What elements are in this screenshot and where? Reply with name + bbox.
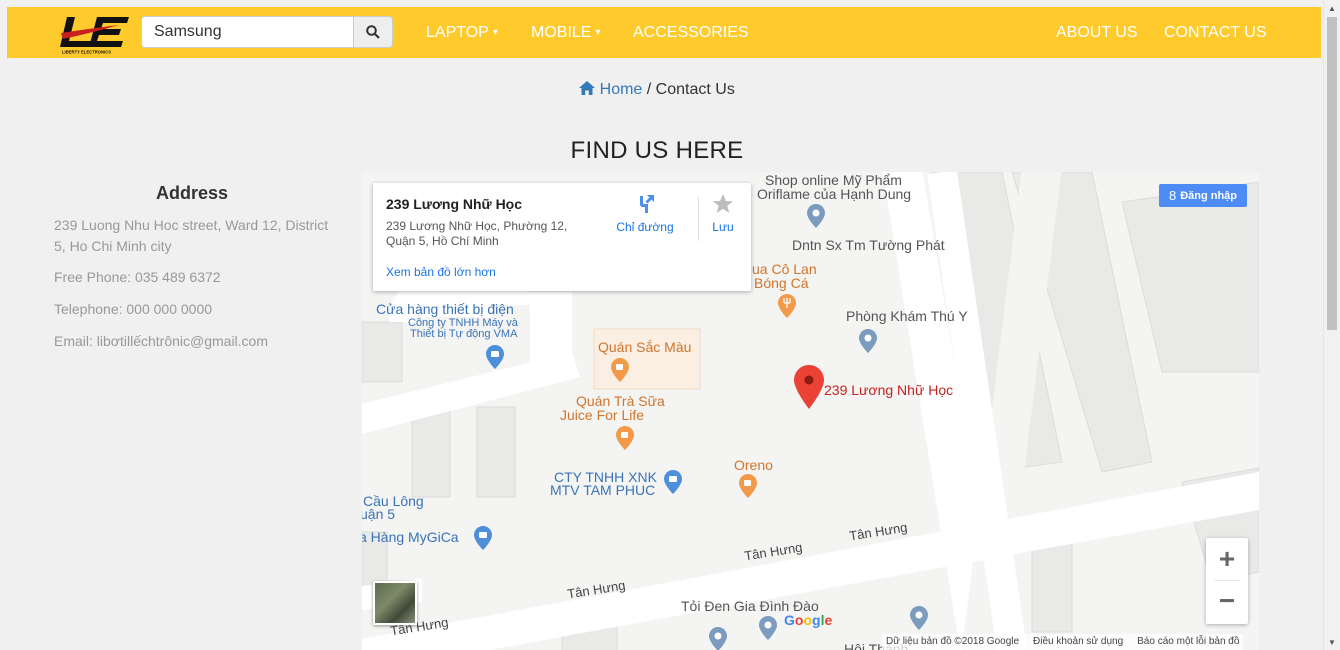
place-cty-vma-line2: Thiết bị Tự động VMA — [410, 328, 518, 340]
breadcrumb-current: Contact Us — [655, 81, 735, 98]
shopping-marker-icon[interactable] — [664, 470, 682, 494]
address-street: 239 Luong Nhu Hoc street, Ward 12, Distr… — [54, 217, 329, 254]
report-error-link[interactable]: Báo cáo một lỗi bản đồ — [1137, 636, 1239, 647]
map-poi-marker-icon[interactable] — [859, 329, 877, 353]
address-free-phone: Free Phone: 035 489 6372 — [54, 269, 221, 285]
google-logo-g2: g — [812, 612, 821, 628]
address-heading: Address — [155, 183, 229, 203]
nav-mobile-dropdown[interactable]: MOBILE ▾ — [531, 24, 601, 42]
directions-label: Chỉ đường — [616, 220, 674, 234]
map-login-button[interactable]: 8 Đăng nhập — [1159, 184, 1247, 207]
google-logo: Google — [784, 612, 832, 628]
directions-button[interactable]: Chỉ đường — [611, 193, 679, 234]
page-scrollbar[interactable]: ▲ ▼ — [1323, 0, 1340, 650]
chevron-down-icon: ▾ — [595, 27, 601, 38]
google-logo-g: G — [784, 612, 795, 628]
chevron-down-icon: ▾ — [492, 27, 498, 38]
search-button[interactable] — [353, 16, 393, 48]
breadcrumb: Home / Contact Us — [0, 81, 1314, 99]
address-telephone: Telephone: 000 000 0000 — [54, 301, 213, 317]
shopping-marker-icon[interactable] — [474, 526, 492, 550]
google-logo-o2: o — [803, 612, 813, 628]
place-quan-sac-mau: Quán Sắc Màu — [598, 339, 692, 355]
map-pin-icon[interactable] — [794, 365, 824, 409]
satellite-toggle[interactable] — [373, 581, 417, 625]
place-info-card: 239 Lương Nhữ Học 239 Lương Nhữ Học, Phư… — [373, 183, 751, 291]
nav-contact-us[interactable]: CONTACT US — [1164, 24, 1267, 42]
map-poi-marker-icon[interactable] — [709, 627, 727, 650]
search-input[interactable] — [141, 16, 353, 48]
google-plus-icon: 8 — [1168, 188, 1177, 203]
navbar: LIBERTY ELECTRONICS LAPTOP▾ MOBILE▾ ACCE… — [7, 7, 1321, 58]
cafe-marker-icon[interactable] — [616, 426, 634, 450]
map-attribution: Dữ liệu bản đồ ©2018 Google Điều khoản sử… — [882, 634, 1244, 650]
cafe-marker-icon[interactable] — [611, 358, 629, 382]
search-icon — [366, 25, 380, 39]
nav-mobile-label: MOBILE — [531, 24, 592, 41]
zoom-in-button[interactable]: + — [1206, 538, 1248, 580]
nav-laptop-label: LAPTOP — [426, 24, 489, 41]
worship-marker-icon[interactable] — [910, 606, 928, 630]
place-dntn: Dntn Sx Tm Tường Phát — [792, 237, 945, 253]
breadcrumb-home-label: Home — [599, 81, 643, 98]
zoom-out-button[interactable]: − — [1206, 580, 1248, 622]
nav-about-us[interactable]: ABOUT US — [1056, 24, 1138, 42]
place-phong-kham: Phòng Khám Thú Y — [846, 308, 968, 324]
star-icon — [713, 194, 733, 213]
place-card-address: 239 Lương Nhữ Học, Phường 12, Quận 5, Hồ… — [386, 219, 568, 248]
home-icon — [579, 81, 596, 95]
place-cau-long-line2: uận 5 — [362, 506, 396, 522]
place-cua-hang: Cửa hàng thiết bị điện — [376, 301, 514, 317]
map-login-label: Đăng nhập — [1180, 189, 1238, 202]
brand-logo[interactable]: LIBERTY ELECTRONICS — [57, 11, 137, 55]
page-title: FIND US HERE — [570, 137, 744, 164]
breadcrumb-separator: / — [642, 81, 656, 98]
scrollbar-thumb[interactable] — [1327, 17, 1337, 330]
place-cty-xnk-line2: MTV TAM PHUC — [550, 482, 656, 498]
nav-accessories[interactable]: ACCESSORIES — [633, 24, 749, 42]
scroll-up-arrow-icon[interactable]: ▲ — [1328, 4, 1336, 13]
cafe-marker-icon[interactable] — [739, 474, 757, 498]
map-poi-marker-icon[interactable] — [807, 204, 825, 228]
address-email: Email: libơtillếchtrônic@gmail.com — [54, 333, 269, 349]
card-divider — [698, 197, 699, 241]
terms-link[interactable]: Điều khoản sử dụng — [1033, 636, 1123, 647]
nav-laptop-dropdown[interactable]: LAPTOP ▾ — [426, 24, 498, 42]
map-pin-label: 239 Lương Nhữ Học — [824, 382, 954, 398]
svg-text:LIBERTY ELECTRONICS: LIBERTY ELECTRONICS — [62, 50, 111, 55]
place-shop-line2: Oriflame của Hạnh Dung — [757, 186, 912, 202]
google-logo-e: e — [824, 612, 833, 628]
shopping-marker-icon[interactable] — [486, 345, 504, 369]
map-data-credit: Dữ liệu bản đồ ©2018 Google — [886, 636, 1020, 647]
restaurant-marker-icon[interactable] — [778, 294, 796, 318]
directions-icon — [640, 195, 654, 213]
zoom-controls: + − — [1206, 538, 1248, 624]
place-mygica: a Hàng MyGiCa — [362, 529, 459, 545]
view-larger-map-link[interactable]: Xem bản đồ lớn hơn — [386, 265, 496, 279]
save-place-button[interactable]: Lưu — [703, 193, 743, 234]
map-poi-marker-icon[interactable] — [759, 616, 777, 640]
breadcrumb-home-link[interactable]: Home — [579, 81, 642, 98]
scroll-down-arrow-icon[interactable]: ▼ — [1328, 638, 1336, 647]
place-oreno: Oreno — [734, 457, 773, 473]
save-place-label: Lưu — [712, 220, 734, 234]
place-colan-line2: Bóng Cá — [754, 275, 809, 291]
google-map[interactable]: Shop online Mỹ Phẩm Oriflame của Hạnh Du… — [362, 172, 1259, 650]
place-card-title: 239 Lương Nhữ Học — [386, 196, 523, 212]
place-quan-tra-sua-line2: Juice For Life — [560, 407, 645, 423]
